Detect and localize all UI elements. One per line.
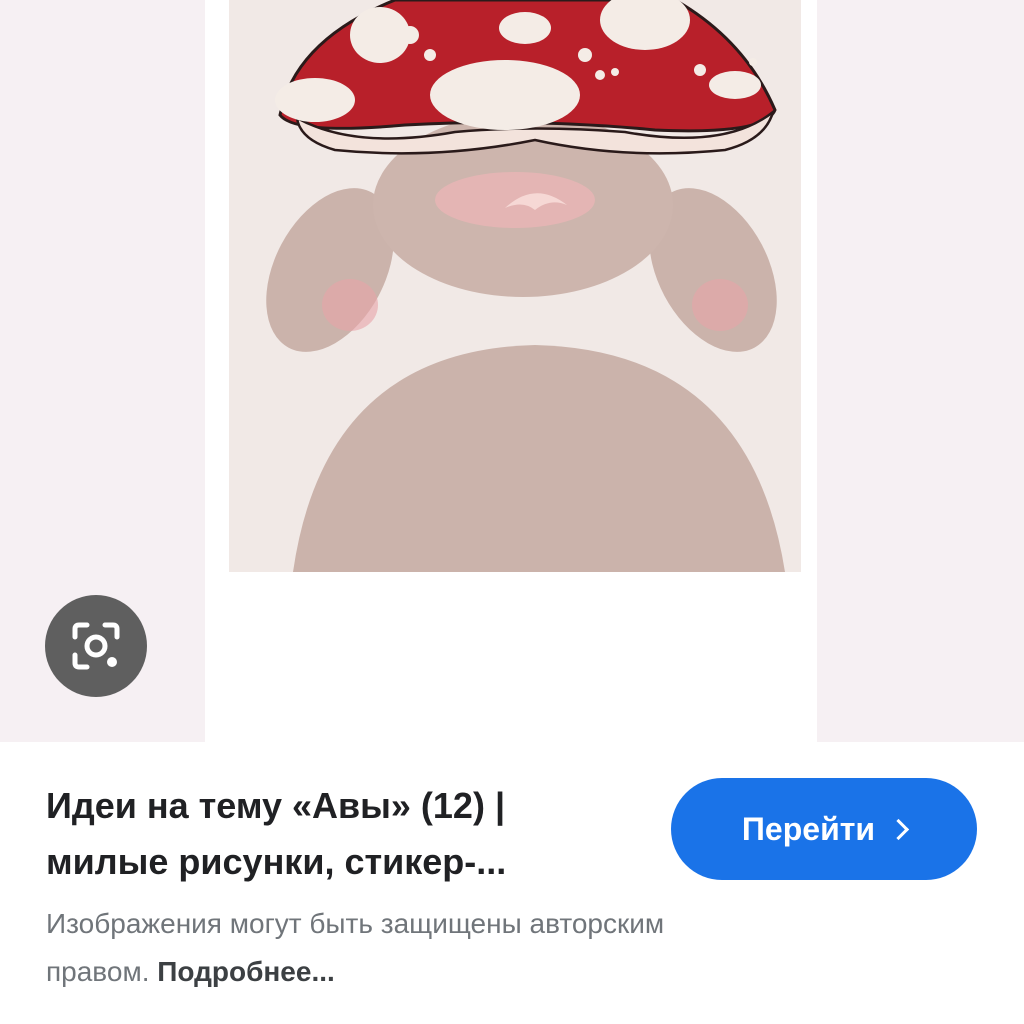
cap-dot [578,48,592,62]
disclaimer-text: Изображения могут быть защищены авторски… [46,908,665,939]
cap-spot [275,78,355,122]
mushroom-bunny-illustration [229,0,801,572]
google-lens-button[interactable] [45,595,147,697]
visit-button[interactable]: Перейти [671,778,977,880]
cap-dot [694,64,706,76]
left-ear-blush [322,279,378,331]
copyright-disclaimer: Изображения могут быть защищены авторски… [46,900,946,996]
image-viewer [0,0,1024,742]
cap-spot [709,71,761,99]
learn-more-link[interactable]: Подробнее... [157,956,335,987]
disclaimer-text-line-2: правом. [46,956,158,987]
cap-dot [749,58,757,66]
result-title[interactable]: Идеи на тему «Авы» (12) | милые рисунки,… [46,778,646,890]
cap-dot [595,70,605,80]
cap-spot [430,60,580,130]
result-title-line-2: милые рисунки, стикер-... [46,841,507,882]
cap-dot [401,26,419,44]
visit-button-label: Перейти [741,810,876,847]
cap-spot [499,12,551,44]
cap-dot [424,49,436,61]
result-info-panel: Идеи на тему «Авы» (12) | милые рисунки,… [0,742,1024,1024]
cheek-blush [435,172,595,228]
right-ear-blush [692,279,748,331]
result-title-line-1: Идеи на тему «Авы» (12) | [46,785,506,826]
google-lens-icon [72,622,120,670]
chevron-right-icon [887,818,910,840]
cap-dot [611,68,619,76]
image-preview[interactable] [205,0,817,742]
